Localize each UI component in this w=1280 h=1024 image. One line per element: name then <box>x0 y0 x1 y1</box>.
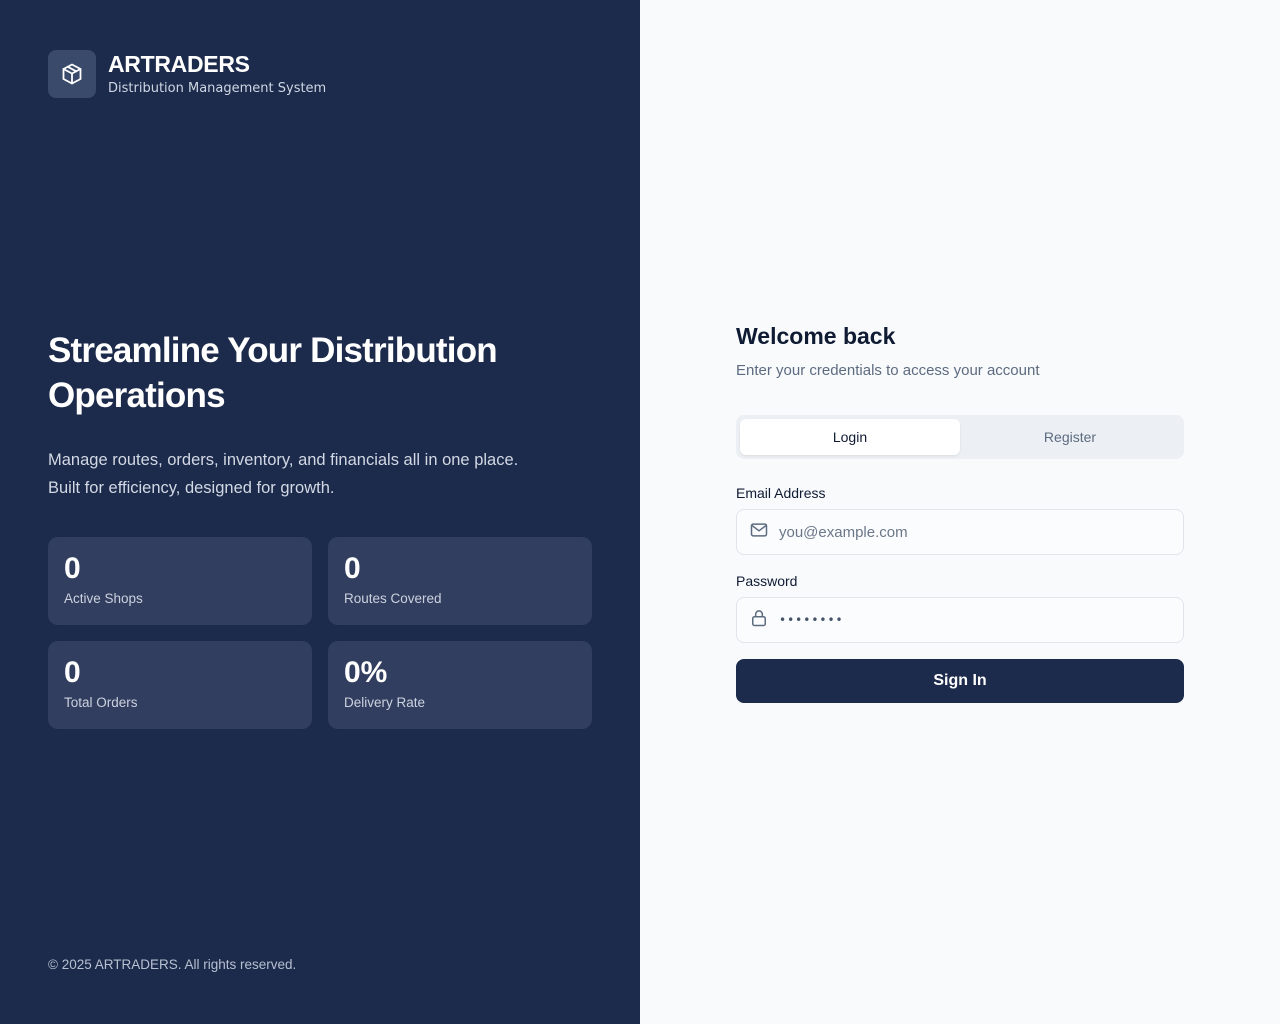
copyright-footer: © 2025 ARTRADERS. All rights reserved. <box>48 957 297 972</box>
stat-label: Delivery Rate <box>344 695 426 710</box>
form-panel: Welcome back Enter your credentials to a… <box>640 0 1280 1024</box>
hero-section: Streamline Your Distribution Operations … <box>48 328 608 502</box>
brand-panel: ARTRADERS Distribution Management System… <box>0 0 640 1024</box>
brand-header: ARTRADERS Distribution Management System <box>48 50 326 98</box>
brand-subtitle: Distribution Management System <box>108 81 327 96</box>
stat-card-routes-covered: 0 Routes Covered <box>328 537 592 625</box>
hero-title-line2: Operations <box>48 376 226 415</box>
brand-name: ARTRADERS <box>108 51 250 77</box>
hero-description: Manage routes, orders, inventory, and fi… <box>48 446 588 502</box>
stat-value: 0 <box>64 552 81 585</box>
mail-icon <box>749 520 769 544</box>
password-input-box[interactable]: •••••••• <box>736 597 1184 643</box>
stat-value: 0 <box>344 552 361 585</box>
hero-title-line1: Streamline Your Distribution <box>48 331 498 370</box>
email-label: Email Address <box>736 485 826 501</box>
login-form: Welcome back Enter your credentials to a… <box>736 320 1184 703</box>
password-label: Password <box>736 573 798 589</box>
hero-desc-line2: Built for efficiency, designed for growt… <box>48 479 335 497</box>
stat-label: Active Shops <box>64 591 143 606</box>
auth-tabs: Login Register <box>736 415 1184 459</box>
tab-login[interactable]: Login <box>740 419 960 455</box>
hero-title: Streamline Your Distribution Operations <box>48 328 608 418</box>
email-input[interactable] <box>779 523 1183 541</box>
form-subtitle: Enter your credentials to access your ac… <box>736 362 1040 379</box>
package-box-icon <box>48 50 96 98</box>
stat-label: Routes Covered <box>344 591 442 606</box>
login-page: ARTRADERS Distribution Management System… <box>0 0 1280 1024</box>
stat-label: Total Orders <box>64 695 138 710</box>
stat-card-total-orders: 0 Total Orders <box>48 641 312 729</box>
stat-value: 0 <box>64 656 81 689</box>
stats-grid: 0 Active Shops 0 Routes Covered 0 Total … <box>48 537 592 729</box>
email-input-box[interactable] <box>736 509 1184 555</box>
hero-desc-line1: Manage routes, orders, inventory, and fi… <box>48 451 519 469</box>
lock-icon <box>749 608 769 632</box>
form-title: Welcome back <box>736 323 896 349</box>
password-input[interactable]: •••••••• <box>779 613 844 627</box>
stat-card-delivery-rate: 0% Delivery Rate <box>328 641 592 729</box>
stat-value: 0% <box>344 656 388 689</box>
sign-in-button[interactable]: Sign In <box>736 659 1184 703</box>
stat-card-active-shops: 0 Active Shops <box>48 537 312 625</box>
tab-register[interactable]: Register <box>960 419 1180 455</box>
